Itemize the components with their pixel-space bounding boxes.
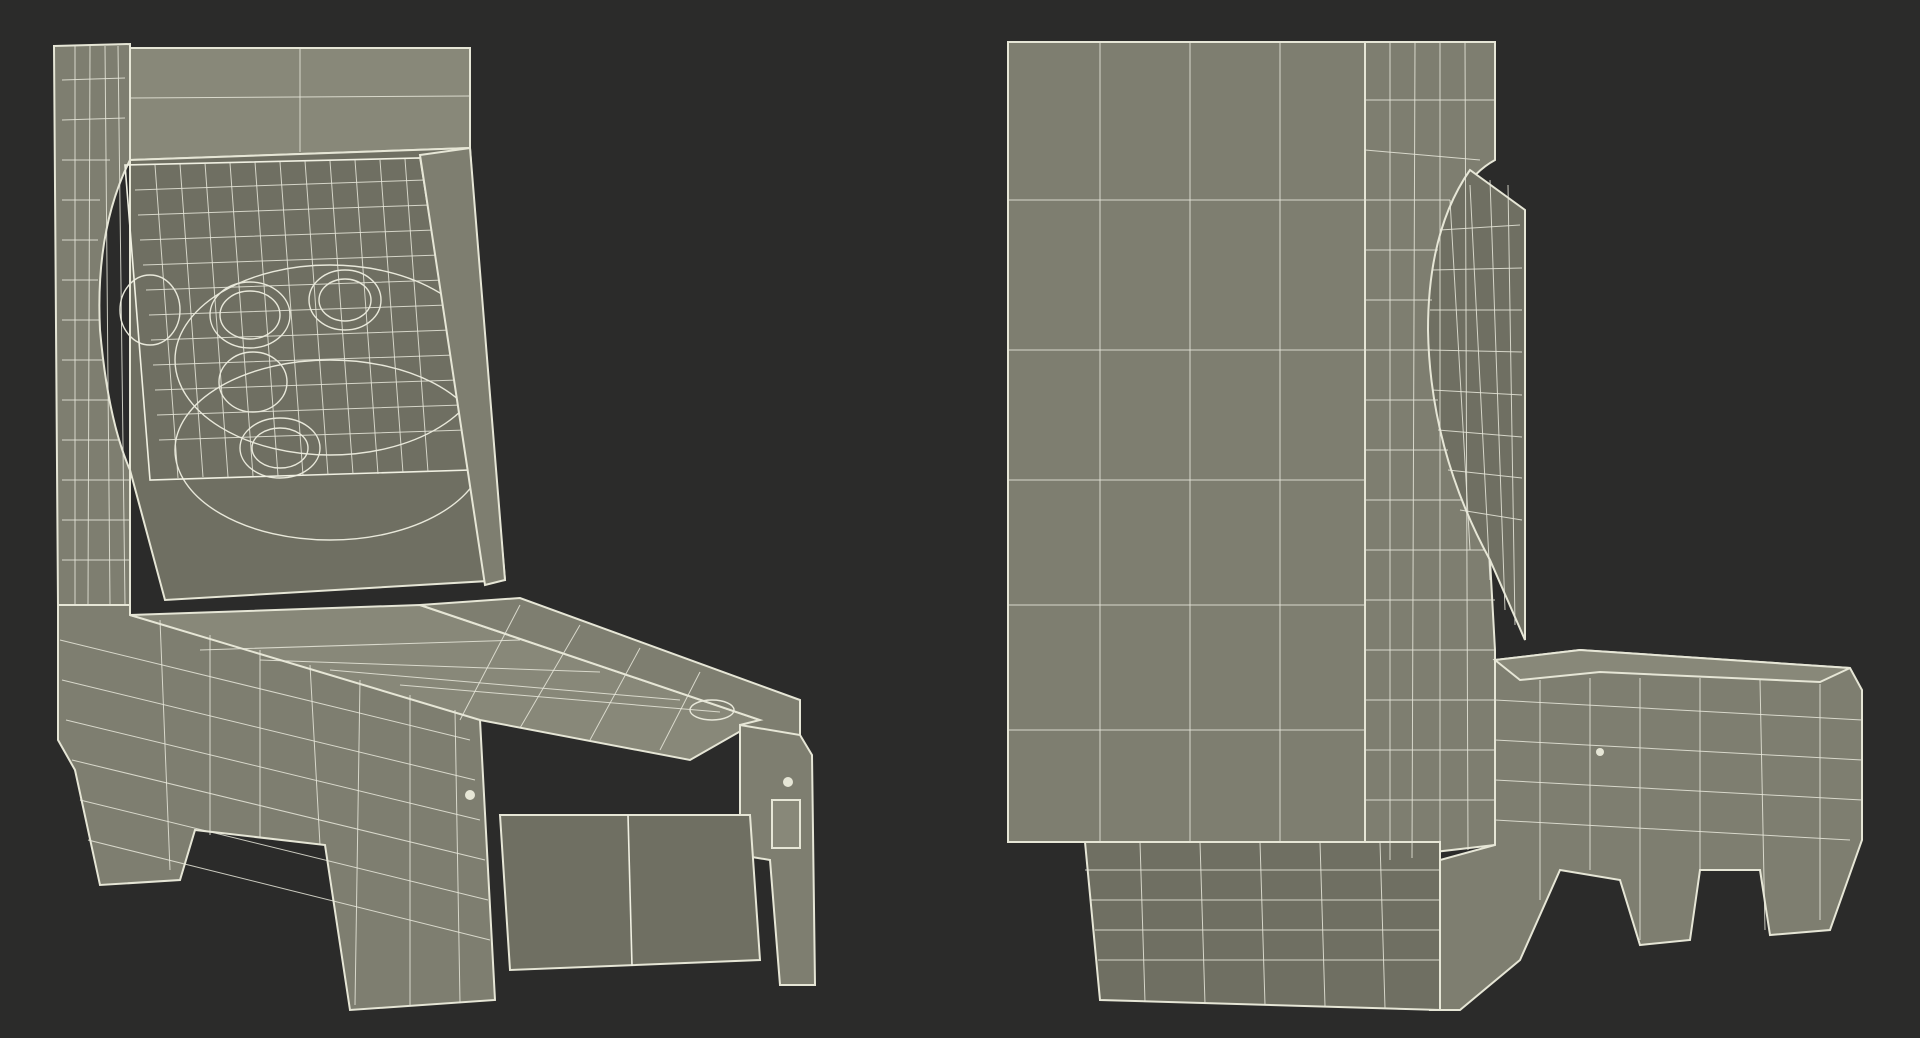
- coin-slot: [771, 799, 801, 849]
- bolt-left: [465, 790, 475, 800]
- rear-panel: [1007, 41, 1366, 843]
- bolt-right: [783, 777, 793, 787]
- render-stage: [0, 0, 1920, 1038]
- rear-bolt: [1596, 748, 1604, 756]
- render-canvas: [0, 0, 1920, 1038]
